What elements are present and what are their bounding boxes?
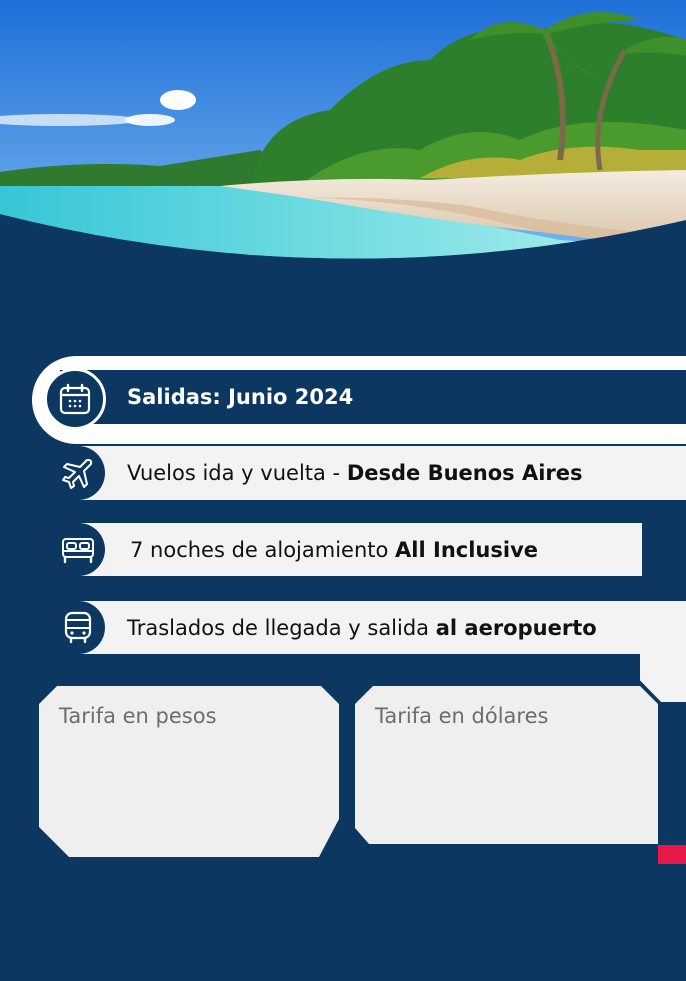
feature-hotel-text: 7 noches de alojamiento: [130, 537, 396, 562]
feature-flights: Vuelos ida y vuelta - Desde Buenos Aires: [80, 446, 686, 500]
airplane-icon: [61, 459, 92, 489]
accent-block: [658, 845, 686, 864]
departures-label: Salidas: Junio 2024: [127, 385, 354, 409]
feature-transfers-bold: al aeropuerto: [435, 615, 597, 640]
departures-icon-circle: [44, 368, 106, 430]
beach-hero-image: [0, 0, 686, 270]
feature-transfers-text: Traslados de llegada y salida: [127, 615, 436, 640]
feature-transfers: Traslados de llegada y salida al aeropue…: [80, 601, 686, 654]
feature-hotel-icon-tab: [50, 523, 105, 576]
bed-icon: [61, 537, 94, 563]
price-card-dollars-label: Tarifa en dólares: [375, 704, 549, 728]
feature-transfers-icon-tab: [50, 601, 105, 654]
calendar-icon: [59, 383, 91, 415]
price-card-dollars: Tarifa en dólares: [355, 686, 658, 844]
feature-flights-icon-tab: [50, 446, 105, 500]
price-card-pesos: Tarifa en pesos: [39, 686, 339, 857]
bus-icon: [64, 611, 91, 643]
feature-hotel: 7 noches de alojamiento All Inclusive: [80, 523, 642, 576]
feature-flights-bold: Desde Buenos Aires: [346, 461, 583, 485]
feature-flights-text: Vuelos ida y vuelta -: [127, 461, 347, 485]
feature-hotel-bold: All Inclusive: [395, 537, 538, 562]
price-card-pesos-label: Tarifa en pesos: [59, 704, 217, 728]
